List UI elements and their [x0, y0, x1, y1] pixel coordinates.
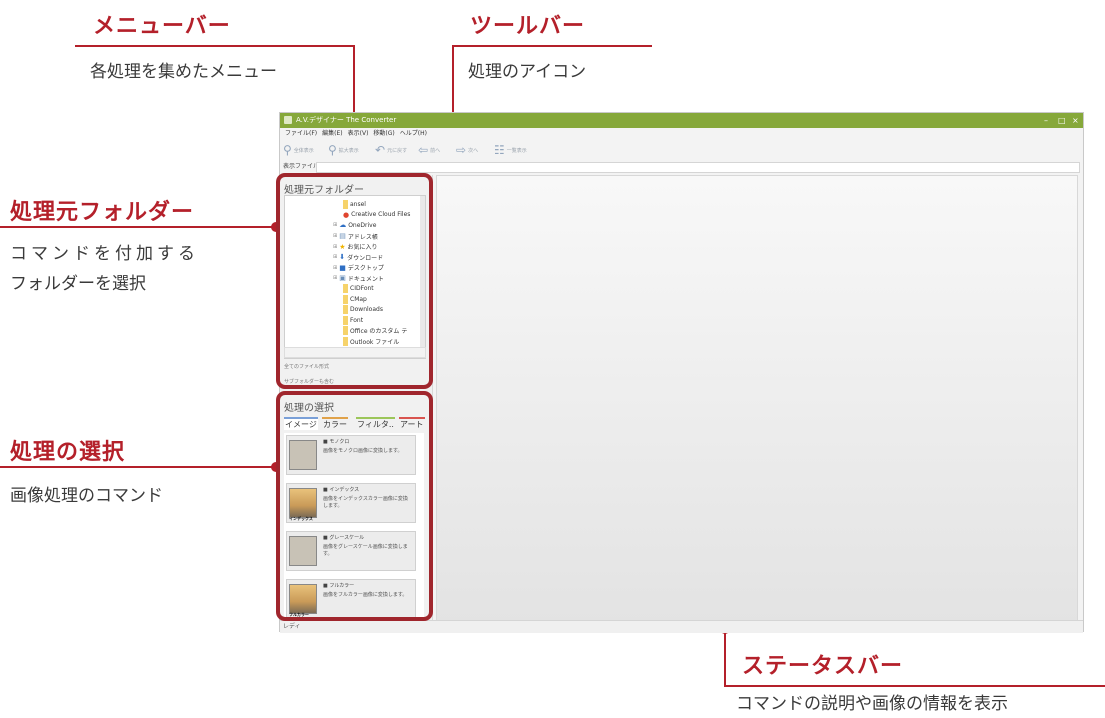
menu-item-2[interactable]: 表示(V): [348, 128, 369, 140]
statusbar-callout-line: [724, 685, 1105, 687]
forward-icon: ⇨: [456, 143, 467, 157]
menu-item-4[interactable]: ヘルプ(H): [400, 128, 427, 140]
toolbar-button-3[interactable]: ⇦ 前へ: [418, 143, 440, 157]
toolbar-button-1[interactable]: ⚲ 拡大表示: [328, 143, 359, 157]
toolbar-button-label: 全体表示: [293, 147, 314, 154]
toolbar-button-4[interactable]: ⇨ 次へ: [456, 143, 478, 157]
zoom-icon: ⚲: [328, 143, 337, 157]
source-folder-callout-desc-2: フォルダーを選択: [10, 274, 146, 294]
statusbar-callout-title: ステータスバー: [742, 654, 904, 679]
title-bar: A.V.デザイナー The Converter – □ ×: [280, 113, 1083, 128]
image-viewer[interactable]: [436, 175, 1078, 625]
toolbar-callout-line: [452, 45, 652, 47]
menu-bar: ファイル(F) 編集(E) 表示(V) 移動(G) ヘルプ(H): [280, 128, 1083, 140]
toolbar-callout-title: ツールバー: [470, 14, 586, 39]
menu-item-3[interactable]: 移動(G): [373, 128, 394, 140]
process-select-highlight: [276, 391, 433, 621]
window-title: A.V.デザイナー The Converter: [296, 116, 397, 124]
menubar-callout-desc: 各処理を集めたメニュー: [90, 62, 277, 82]
file-name-bar: 表示ファイル名: [280, 160, 1083, 174]
file-name-field[interactable]: [316, 162, 1080, 173]
statusbar-callout-desc: コマンドの説明や画像の情報を表示: [736, 694, 1008, 714]
undo-icon: ↶: [375, 143, 386, 157]
tool-bar: ⚲ 全体表示 ⚲ 拡大表示 ↶ 元に戻す ⇦ 前へ ⇨ 次へ ☷ 一覧表示: [280, 140, 1083, 160]
back-icon: ⇦: [418, 143, 429, 157]
toolbar-button-label: 拡大表示: [338, 147, 359, 154]
minimize-button[interactable]: –: [1044, 113, 1048, 128]
list-icon: ☷: [494, 143, 505, 157]
statusbar-callout-leader: [724, 628, 726, 686]
menubar-callout-line: [75, 45, 355, 47]
source-folder-highlight: [276, 173, 433, 389]
toolbar-button-label: 次へ: [468, 147, 479, 154]
source-folder-callout-title: 処理元フォルダー: [10, 200, 195, 225]
menubar-callout-title: メニューバー: [93, 14, 231, 39]
process-callout-title: 処理の選択: [10, 440, 126, 465]
source-folder-callout-line: [0, 226, 275, 228]
toolbar-button-label: 前へ: [430, 147, 441, 154]
toolbar-button-label: 一覧表示: [506, 147, 527, 154]
toolbar-button-0[interactable]: ⚲ 全体表示: [283, 143, 314, 157]
toolbar-button-2[interactable]: ↶ 元に戻す: [375, 143, 407, 157]
process-callout-line: [0, 466, 275, 468]
status-text: レディ: [283, 623, 301, 630]
status-bar: レディ: [280, 620, 1083, 633]
source-folder-callout-desc-1: コマンドを付加する: [10, 244, 199, 264]
toolbar-button-5[interactable]: ☷ 一覧表示: [494, 143, 527, 157]
maximize-button[interactable]: □: [1058, 113, 1066, 128]
toolbar-callout-desc: 処理のアイコン: [468, 62, 587, 82]
close-button[interactable]: ×: [1072, 113, 1079, 128]
app-icon: [284, 116, 292, 124]
magnifier-icon: ⚲: [283, 143, 292, 157]
process-callout-desc: 画像処理のコマンド: [10, 486, 163, 506]
toolbar-button-label: 元に戻す: [387, 147, 408, 154]
menu-item-0[interactable]: ファイル(F): [285, 128, 317, 140]
menu-item-1[interactable]: 編集(E): [322, 128, 342, 140]
